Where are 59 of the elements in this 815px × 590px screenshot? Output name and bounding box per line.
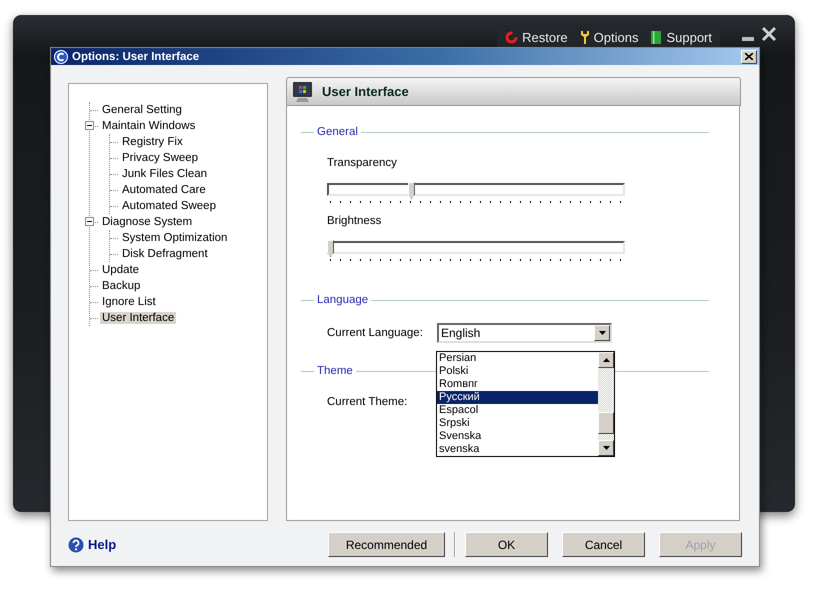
slider-track[interactable] — [327, 241, 625, 254]
slider-thumb[interactable] — [408, 182, 415, 199]
slider-thumb[interactable] — [327, 240, 334, 257]
dialog-button[interactable]: Recommended — [328, 532, 445, 557]
tree-item[interactable]: Backup — [100, 280, 142, 292]
tree-item[interactable]: Automated Sweep — [120, 200, 218, 212]
language-option[interactable]: Русский — [437, 391, 598, 404]
dropdown-arrow-icon — [598, 331, 606, 335]
language-option[interactable]: Srpski — [437, 417, 598, 430]
scroll-up-icon — [602, 358, 610, 362]
scrollbar[interactable] — [598, 352, 614, 456]
tree-item[interactable]: System Optimization — [120, 232, 230, 244]
slider-label: Brightness — [327, 214, 382, 229]
tree-item[interactable]: Maintain Windows — [100, 120, 198, 132]
monitor-icon — [292, 80, 314, 102]
ring-icon — [505, 30, 518, 44]
help-link[interactable]: Help — [68, 536, 328, 552]
scroll-down-icon — [602, 446, 610, 450]
scroll-thumb[interactable] — [598, 412, 614, 434]
window-title: Options: User Interface — [72, 50, 200, 62]
panel-title: User Interface — [322, 84, 409, 99]
language-option[interactable]: svenska — [437, 443, 598, 456]
collapse-icon[interactable] — [85, 121, 94, 130]
slider-track[interactable] — [327, 183, 625, 196]
language-option[interactable]: Romвпг — [437, 378, 598, 391]
slider-label: Transparency — [327, 156, 397, 171]
language-option[interactable]: Espacol — [437, 404, 598, 417]
tree-item[interactable]: User Interface — [100, 312, 176, 324]
collapse-icon[interactable] — [85, 217, 94, 226]
toolbar-button[interactable]: Restore — [505, 30, 568, 44]
tree-item[interactable]: Update — [100, 264, 142, 276]
app-logo-icon — [54, 50, 68, 64]
dialog-button[interactable]: Cancel — [562, 532, 645, 557]
section-title: Language — [317, 294, 368, 306]
close-icon — [745, 53, 753, 60]
tree-item[interactable]: Disk Defragment — [120, 248, 210, 260]
section-title: Theme — [317, 365, 353, 377]
wrench-icon — [580, 30, 590, 44]
toolbar-button[interactable]: Support — [650, 30, 712, 44]
field-label: Current Language: — [327, 327, 424, 339]
section-title: General — [317, 126, 358, 138]
close-button[interactable] — [741, 50, 757, 64]
book-icon — [650, 30, 662, 44]
tree-item[interactable]: General Setting — [100, 104, 184, 116]
field-label: Current Theme: — [327, 396, 408, 408]
language-option[interactable]: Polski — [437, 365, 598, 378]
tree-item[interactable]: Junk Files Clean — [120, 168, 210, 180]
language-dropdown[interactable]: English — [437, 323, 612, 343]
close-icon[interactable] — [761, 26, 777, 42]
tree-item[interactable]: Automated Care — [120, 184, 208, 196]
help-icon — [68, 536, 84, 552]
dialog-button[interactable]: OK — [465, 532, 548, 557]
tree-item[interactable]: Registry Fix — [120, 136, 185, 148]
language-option[interactable]: Svenska — [437, 430, 598, 443]
tree-item[interactable]: Privacy Sweep — [120, 152, 200, 164]
toolbar-button[interactable]: Options — [580, 30, 638, 44]
tree-item[interactable]: Ignore List — [100, 296, 158, 308]
tree-item[interactable]: Diagnose System — [100, 216, 194, 228]
language-option[interactable]: Persian — [437, 352, 598, 365]
